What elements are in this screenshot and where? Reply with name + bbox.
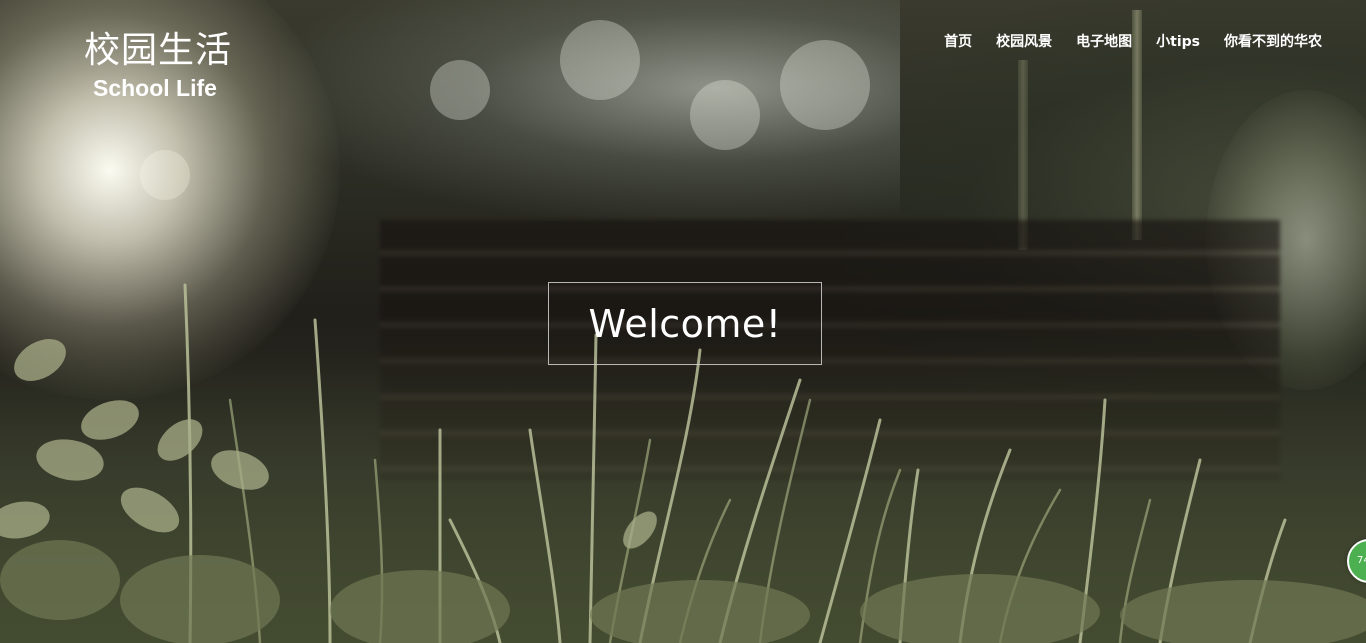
welcome-box[interactable]: Welcome! [548,282,822,365]
nav-item-home[interactable]: 首页 [944,33,972,51]
logo-title-cn: 校园生活 [84,30,233,71]
nav-item-tips[interactable]: 小tips [1156,33,1200,51]
site-logo[interactable]: 校园生活 School Life [84,30,244,102]
nav-item-e-map[interactable]: 电子地图 [1076,33,1132,51]
nav-item-hidden-huanong[interactable]: 你看不到的华农 [1224,33,1322,51]
main-nav: 首页 校园风景 电子地图 小tips 你看不到的华农 [944,33,1322,51]
logo-title-en: School Life [93,75,217,101]
nav-item-campus-scenery[interactable]: 校园风景 [996,33,1052,51]
welcome-text: Welcome! [588,301,782,346]
